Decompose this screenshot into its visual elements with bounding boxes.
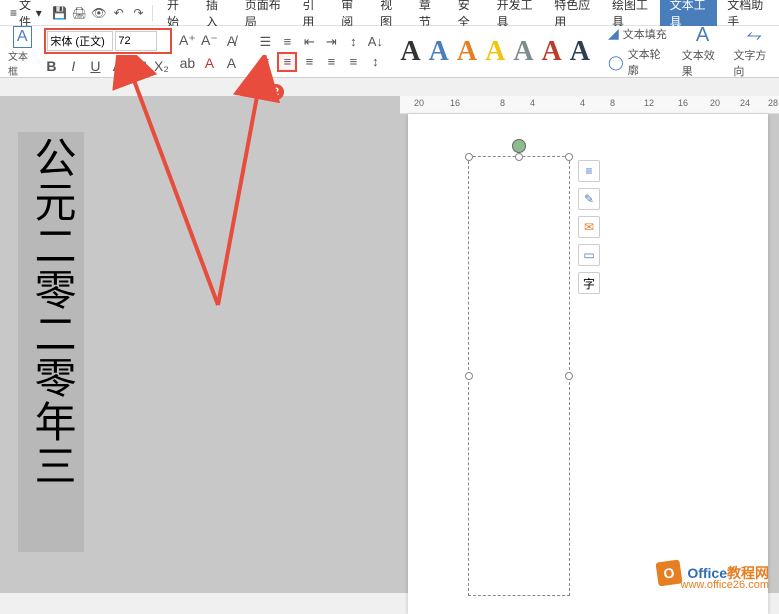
font-color-button[interactable]: A <box>199 53 219 73</box>
fill-icon: ◢ <box>608 25 619 42</box>
align-left-button[interactable]: ≡ <box>255 52 275 72</box>
italic-button[interactable]: I <box>63 56 83 76</box>
float-edit-button[interactable]: ✎ <box>578 188 600 210</box>
indent-inc-button[interactable]: ⇥ <box>321 32 341 52</box>
ribbon: A 文本框 B I U A̶ X² X₂ A⁺ A⁻ A̸ ab A A <box>0 26 779 78</box>
wordart-styles: A A A A A A A <box>400 36 590 68</box>
redo-icon[interactable]: ↷ <box>131 3 147 23</box>
font-size-input[interactable] <box>115 31 157 51</box>
textbox-group[interactable]: A 文本框 <box>4 26 40 78</box>
wordart-style-3[interactable]: A <box>457 36 477 68</box>
resize-handle-e[interactable] <box>565 372 573 380</box>
float-mail-button[interactable]: ✉ <box>578 216 600 238</box>
shrink-font-button[interactable]: A⁻ <box>199 31 219 51</box>
callout-1: 1 <box>118 68 134 84</box>
outline-icon: ◯ <box>608 54 624 71</box>
separator <box>152 5 153 21</box>
text-outline-button[interactable]: ◯文本轮廓 <box>604 44 672 80</box>
subscript-button[interactable]: X₂ <box>151 56 171 76</box>
align-right-button[interactable]: ≡ <box>299 52 319 72</box>
font-name-input[interactable] <box>47 31 113 51</box>
char-shading-button[interactable]: A <box>221 53 241 73</box>
print-icon[interactable]: 🖨 <box>71 3 87 23</box>
undo-icon[interactable]: ↶ <box>111 3 127 23</box>
resize-handle-n[interactable] <box>515 153 523 161</box>
menu-icon: ≡ <box>10 6 17 20</box>
effects-icon: A <box>696 24 709 47</box>
wordart-style-4[interactable]: A <box>485 36 505 68</box>
float-char-button[interactable]: 字 <box>578 272 600 294</box>
line-spacing2-button[interactable]: ↕ <box>365 52 385 72</box>
sort-button[interactable]: A↓ <box>365 32 385 52</box>
rotate-handle[interactable] <box>512 139 526 153</box>
document-canvas: 20 16 8 4 4 8 12 16 20 24 28 公元二零二零年三 ≡ … <box>0 96 779 593</box>
distribute-button[interactable]: ≡ <box>343 52 363 72</box>
font-selector-highlight <box>44 28 172 54</box>
bullets-button[interactable]: ☰ <box>255 32 275 52</box>
underline-button[interactable]: U <box>85 56 105 76</box>
floating-toolbar: ≡ ✎ ✉ ▭ 字 <box>578 160 602 294</box>
justify-button[interactable]: ≡ <box>321 52 341 72</box>
wordart-style-5[interactable]: A <box>513 36 533 68</box>
resize-handle-nw[interactable] <box>465 153 473 161</box>
indent-dec-button[interactable]: ⇤ <box>299 32 319 52</box>
wordart-style-1[interactable]: A <box>400 36 420 68</box>
paragraph-group: ☰ ≡ ⇤ ⇥ ↕ A↓ ≡ ≡ ≡ ≡ ≡ ↕ <box>254 32 386 72</box>
textbox-label: 文本框 <box>8 48 36 78</box>
wordart-style-7[interactable]: A <box>570 36 590 68</box>
bold-button[interactable]: B <box>41 56 61 76</box>
preview-icon[interactable]: 👁 <box>91 3 107 23</box>
grow-font-button[interactable]: A⁺ <box>177 31 197 51</box>
save-icon[interactable]: 💾 <box>52 3 68 23</box>
text-effects-button[interactable]: A 文本效果 <box>682 24 724 79</box>
highlight-button[interactable]: ab <box>177 53 197 73</box>
align-center-button[interactable]: ≡ <box>277 52 297 72</box>
text-fill-button[interactable]: ◢文本填充 <box>604 23 672 44</box>
watermark-icon: O <box>656 559 683 586</box>
vertical-text: 公元二零二零年三 <box>29 136 73 488</box>
watermark-url: www.office26.com <box>681 579 769 591</box>
chevron-down-icon: ▾ <box>36 6 42 20</box>
textbox-content-area[interactable]: 公元二零二零年三 <box>18 132 84 552</box>
text-direction-button[interactable]: ⥊ 文字方向 <box>733 24 775 79</box>
numbering-button[interactable]: ≡ <box>277 32 297 52</box>
float-box-button[interactable]: ▭ <box>578 244 600 266</box>
line-spacing-button[interactable]: ↕ <box>343 32 363 52</box>
float-layout-button[interactable]: ≡ <box>578 160 600 182</box>
resize-handle-w[interactable] <box>465 372 473 380</box>
wordart-style-2[interactable]: A <box>429 36 449 68</box>
clear-format-button[interactable]: A̸ <box>221 31 241 51</box>
selected-textbox[interactable] <box>468 156 570 596</box>
callout-2: 2 <box>268 84 284 100</box>
textbox-icon: A <box>13 26 32 48</box>
resize-handle-ne[interactable] <box>565 153 573 161</box>
text-fill-outline-group: ◢文本填充 ◯文本轮廓 <box>604 23 672 80</box>
direction-icon: ⥊ <box>746 24 762 47</box>
horizontal-ruler[interactable]: 20 16 8 4 4 8 12 16 20 24 28 <box>400 96 779 114</box>
wordart-style-6[interactable]: A <box>542 36 562 68</box>
